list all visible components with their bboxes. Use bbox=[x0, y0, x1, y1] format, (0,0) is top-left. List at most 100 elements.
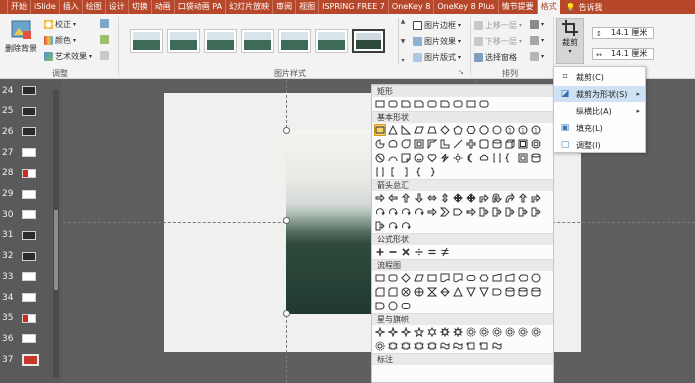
shape-option[interactable] bbox=[492, 273, 502, 283]
shape-option[interactable] bbox=[388, 139, 398, 149]
shape-option[interactable] bbox=[375, 153, 385, 163]
shape-option[interactable] bbox=[414, 139, 424, 149]
shape-option[interactable] bbox=[401, 125, 411, 135]
shape-option[interactable] bbox=[466, 193, 476, 203]
shape-option[interactable] bbox=[453, 207, 463, 217]
shape-option[interactable] bbox=[388, 153, 398, 163]
picture-border-button[interactable]: 图片边框 ▾ bbox=[413, 20, 461, 31]
shape-option[interactable] bbox=[531, 153, 541, 163]
shape-option[interactable] bbox=[518, 273, 528, 283]
shape-option[interactable] bbox=[401, 193, 411, 203]
shape-option[interactable] bbox=[453, 99, 463, 109]
shape-option[interactable] bbox=[388, 287, 398, 297]
shape-option[interactable] bbox=[440, 273, 450, 283]
shape-option[interactable] bbox=[505, 193, 515, 203]
shape-option[interactable] bbox=[531, 273, 541, 283]
shape-option[interactable] bbox=[440, 287, 450, 297]
slide-thumbnail[interactable]: 32 bbox=[0, 246, 62, 267]
shape-option[interactable] bbox=[492, 207, 502, 217]
ribbon-tab[interactable]: 口袋动画 PA bbox=[175, 0, 227, 14]
shape-option[interactable] bbox=[375, 99, 385, 109]
shape-option[interactable] bbox=[440, 153, 450, 163]
shape-option[interactable] bbox=[401, 247, 411, 257]
shape-option[interactable] bbox=[401, 327, 411, 337]
file-tab[interactable] bbox=[0, 0, 8, 14]
shape-option[interactable] bbox=[427, 193, 437, 203]
shape-option[interactable] bbox=[401, 301, 411, 311]
ribbon-tab[interactable]: 插入 bbox=[60, 0, 83, 14]
shape-option[interactable] bbox=[414, 99, 424, 109]
slide-thumbnail[interactable]: 35 bbox=[0, 308, 62, 329]
shape-option[interactable] bbox=[440, 341, 450, 351]
shape-option[interactable] bbox=[479, 153, 489, 163]
shape-option[interactable] bbox=[414, 287, 424, 297]
shape-option[interactable] bbox=[388, 125, 398, 135]
rotate-button[interactable]: ▾ bbox=[530, 52, 544, 61]
shape-option[interactable] bbox=[531, 327, 541, 337]
picture-layout-button[interactable]: 图片版式 ▾ bbox=[413, 52, 461, 63]
shape-option[interactable] bbox=[453, 153, 463, 163]
shape-option[interactable] bbox=[440, 327, 450, 337]
shape-option[interactable] bbox=[531, 287, 541, 297]
change-picture-button[interactable] bbox=[100, 35, 109, 44]
shape-option[interactable] bbox=[466, 125, 476, 135]
shape-option[interactable] bbox=[518, 327, 528, 337]
shape-option[interactable] bbox=[427, 99, 437, 109]
aspect-ratio-menu-item[interactable]: 纵横比(A) ▸ bbox=[554, 103, 645, 119]
ribbon-tab[interactable]: OneKey 8 bbox=[389, 0, 435, 14]
shape-option[interactable] bbox=[492, 193, 502, 203]
shape-option[interactable] bbox=[375, 327, 385, 337]
shape-option[interactable] bbox=[414, 153, 424, 163]
slide-thumbnail[interactable]: 30 bbox=[0, 204, 62, 225]
shape-option[interactable] bbox=[466, 341, 476, 351]
ribbon-tab[interactable]: ISPRING FREE 7 bbox=[319, 0, 389, 14]
shape-option[interactable] bbox=[453, 193, 463, 203]
shape-option[interactable] bbox=[388, 301, 398, 311]
slide-thumbnail[interactable]: 36 bbox=[0, 328, 62, 349]
art-effects-button[interactable]: 艺术效果 ▾ bbox=[44, 51, 92, 62]
selection-pane-button[interactable]: 选择窗格 bbox=[474, 52, 517, 63]
shape-option[interactable] bbox=[414, 125, 424, 135]
shape-option[interactable] bbox=[505, 139, 515, 149]
slide-thumbnail[interactable]: 25 bbox=[0, 101, 62, 122]
shape-option[interactable] bbox=[401, 287, 411, 297]
shape-option[interactable] bbox=[375, 193, 385, 203]
shape-option[interactable] bbox=[453, 341, 463, 351]
shape-option[interactable] bbox=[401, 273, 411, 283]
shape-option[interactable]: 1 bbox=[505, 125, 515, 135]
slide-thumbnail[interactable]: 29 bbox=[0, 184, 62, 205]
shape-option[interactable] bbox=[466, 327, 476, 337]
group-button[interactable]: ▾ bbox=[530, 36, 544, 45]
shape-option[interactable] bbox=[401, 167, 411, 177]
shape-option[interactable] bbox=[453, 273, 463, 283]
shape-option[interactable] bbox=[427, 287, 437, 297]
shape-option[interactable] bbox=[466, 139, 476, 149]
shape-option[interactable] bbox=[414, 247, 424, 257]
ribbon-tab[interactable]: OneKey 8 Plus bbox=[434, 0, 499, 14]
slide-thumbnail[interactable]: 31 bbox=[0, 225, 62, 246]
shape-option[interactable] bbox=[375, 167, 385, 177]
shape-option[interactable] bbox=[453, 287, 463, 297]
shape-option[interactable] bbox=[388, 341, 398, 351]
shape-option[interactable] bbox=[518, 207, 528, 217]
shape-option[interactable] bbox=[440, 207, 450, 217]
shape-option[interactable] bbox=[492, 125, 502, 135]
shape-option[interactable]: 1 bbox=[531, 125, 541, 135]
shape-option[interactable] bbox=[492, 341, 502, 351]
shape-option[interactable] bbox=[479, 273, 489, 283]
send-backward-button[interactable]: 下移一层 ▾ bbox=[474, 36, 522, 47]
shape-option[interactable] bbox=[505, 207, 515, 217]
shape-option[interactable] bbox=[427, 167, 437, 177]
tell-me-box[interactable]: 💡 告诉我 bbox=[566, 2, 603, 13]
slide-thumbnail[interactable]: 34 bbox=[0, 287, 62, 308]
shape-option[interactable] bbox=[388, 221, 398, 231]
shape-option[interactable] bbox=[388, 167, 398, 177]
shape-option[interactable] bbox=[427, 247, 437, 257]
shape-option[interactable] bbox=[518, 287, 528, 297]
picture-style-4[interactable] bbox=[241, 29, 274, 53]
forest-picture[interactable] bbox=[286, 130, 376, 314]
picture-style-7[interactable] bbox=[352, 29, 385, 53]
shape-option[interactable] bbox=[388, 193, 398, 203]
shape-option[interactable] bbox=[375, 139, 385, 149]
fill-menu-item[interactable]: ▣ 填充(L) bbox=[554, 120, 645, 136]
